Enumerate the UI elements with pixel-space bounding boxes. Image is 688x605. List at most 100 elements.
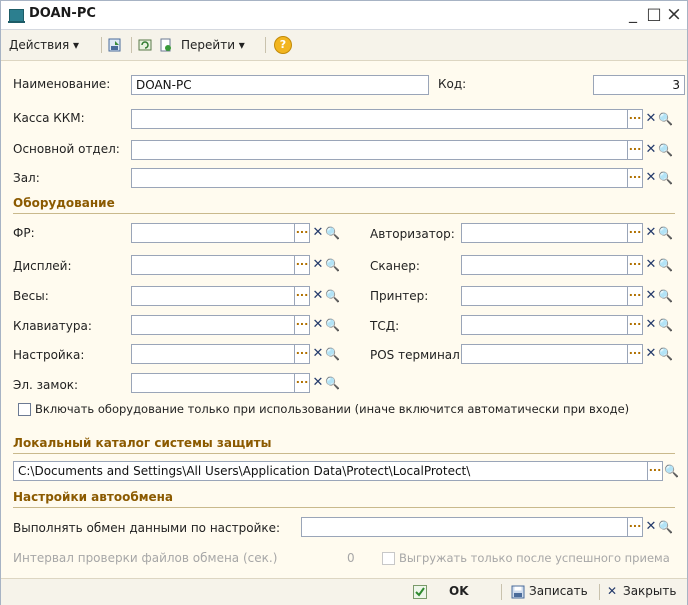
keyboard-select-button[interactable]: ...: [295, 315, 310, 335]
keyboard-label: Клавиатура:: [13, 319, 92, 333]
display-input[interactable]: [131, 255, 295, 275]
kassa-clear-icon[interactable]: ✕: [644, 109, 658, 129]
protection-path-select-button[interactable]: ...: [648, 461, 663, 481]
dept-input[interactable]: [131, 140, 628, 160]
authorizer-clear-icon[interactable]: ✕: [644, 223, 658, 243]
pos-clear-icon[interactable]: ✕: [644, 344, 658, 364]
fr-search-icon[interactable]: 🔍: [325, 223, 340, 243]
keyboard-input[interactable]: [131, 315, 295, 335]
lock-clear-icon[interactable]: ✕: [311, 373, 325, 393]
exchange-setting-clear-icon[interactable]: ✕: [644, 517, 658, 537]
exchange-setting-select-button[interactable]: ...: [628, 517, 643, 537]
minimize-button[interactable]: _: [625, 4, 641, 24]
section-divider: [13, 453, 675, 454]
exchange-setting-input[interactable]: [301, 517, 628, 537]
window-title: DOAN-PC: [29, 6, 96, 21]
code-input[interactable]: 3: [593, 75, 685, 95]
scales-select-button[interactable]: ...: [295, 286, 310, 306]
hall-select-button[interactable]: ...: [628, 168, 643, 188]
exchange-setting-label: Выполнять обмен данными по настройке:: [13, 521, 281, 535]
printer-search-icon[interactable]: 🔍: [658, 286, 673, 306]
kassa-label: Касса ККМ:: [13, 111, 85, 125]
dept-select-button[interactable]: ...: [628, 140, 643, 160]
pos-label: POS терминал:: [370, 348, 464, 362]
lock-select-button[interactable]: ...: [295, 373, 310, 393]
authorizer-input[interactable]: [461, 223, 628, 243]
help-icon[interactable]: ?: [274, 36, 292, 54]
scales-clear-icon[interactable]: ✕: [311, 286, 325, 306]
save-button[interactable]: Записать: [529, 584, 588, 598]
lock-label: Эл. замок:: [13, 378, 79, 392]
name-label: Наименование:: [13, 77, 111, 91]
hall-label: Зал:: [13, 171, 40, 185]
footer-separator: [599, 584, 600, 600]
hall-search-icon[interactable]: 🔍: [658, 168, 673, 188]
interval-value[interactable]: 0: [347, 551, 355, 565]
tsd-input[interactable]: [461, 315, 628, 335]
fr-input[interactable]: [131, 223, 295, 243]
display-select-button[interactable]: ...: [295, 255, 310, 275]
printer-select-button[interactable]: ...: [628, 286, 643, 306]
protection-path-input[interactable]: C:\Documents and Settings\All Users\Appl…: [13, 461, 648, 481]
fr-label: ФР:: [13, 226, 35, 240]
pos-search-icon[interactable]: 🔍: [658, 344, 673, 364]
scales-input[interactable]: [131, 286, 295, 306]
fr-clear-icon[interactable]: ✕: [311, 223, 325, 243]
settings-select-button[interactable]: ...: [295, 344, 310, 364]
dept-search-icon[interactable]: 🔍: [658, 140, 673, 160]
protection-path-search-icon[interactable]: 🔍: [664, 461, 679, 481]
scales-search-icon[interactable]: 🔍: [325, 286, 340, 306]
printer-input[interactable]: [461, 286, 628, 306]
authorizer-search-icon[interactable]: 🔍: [658, 223, 673, 243]
kassa-search-icon[interactable]: 🔍: [658, 109, 673, 129]
tsd-clear-icon[interactable]: ✕: [644, 315, 658, 335]
kassa-select-button[interactable]: ...: [628, 109, 643, 129]
dept-clear-icon[interactable]: ✕: [644, 140, 658, 160]
pos-select-button[interactable]: ...: [628, 344, 643, 364]
protection-path-value: C:\Documents and Settings\All Users\Appl…: [18, 464, 471, 478]
display-label: Дисплей:: [13, 259, 72, 273]
authorizer-select-button[interactable]: ...: [628, 223, 643, 243]
lock-input[interactable]: [131, 373, 295, 393]
hall-input[interactable]: [131, 168, 628, 188]
settings-clear-icon[interactable]: ✕: [311, 344, 325, 364]
keyboard-clear-icon[interactable]: ✕: [311, 315, 325, 335]
scanner-label: Сканер:: [370, 259, 420, 273]
refresh-icon[interactable]: [138, 38, 152, 52]
upload-after-receive-checkbox[interactable]: [382, 552, 395, 565]
keyboard-search-icon[interactable]: 🔍: [325, 315, 340, 335]
close-button[interactable]: Закрыть: [623, 584, 676, 598]
scanner-search-icon[interactable]: 🔍: [658, 255, 673, 275]
lock-search-icon[interactable]: 🔍: [325, 373, 340, 393]
save-close-icon[interactable]: [108, 38, 122, 52]
code-value: 3: [672, 78, 680, 92]
hall-clear-icon[interactable]: ✕: [644, 168, 658, 188]
printer-clear-icon[interactable]: ✕: [644, 286, 658, 306]
settings-input[interactable]: [131, 344, 295, 364]
close-window-button[interactable]: ×: [666, 4, 682, 24]
section-divider: [13, 213, 675, 214]
ok-button[interactable]: OK: [449, 584, 469, 598]
display-search-icon[interactable]: 🔍: [325, 255, 340, 275]
display-clear-icon[interactable]: ✕: [311, 255, 325, 275]
exchange-setting-search-icon[interactable]: 🔍: [658, 517, 673, 537]
goto-menu[interactable]: Перейти ▾: [181, 36, 245, 54]
kassa-input[interactable]: [131, 109, 628, 129]
tsd-search-icon[interactable]: 🔍: [658, 315, 673, 335]
equipment-on-demand-checkbox[interactable]: [18, 403, 31, 416]
upload-after-receive-label: Выгружать только после успешного приема: [399, 551, 670, 565]
checkmark-icon: [413, 585, 427, 599]
maximize-button[interactable]: □: [646, 4, 662, 24]
toolbar-separator: [131, 37, 132, 53]
equipment-section-title: Оборудование: [13, 196, 115, 210]
settings-search-icon[interactable]: 🔍: [325, 344, 340, 364]
scanner-input[interactable]: [461, 255, 628, 275]
fr-select-button[interactable]: ...: [295, 223, 310, 243]
actions-menu[interactable]: Действия ▾: [9, 36, 79, 54]
scanner-clear-icon[interactable]: ✕: [644, 255, 658, 275]
pos-input[interactable]: [461, 344, 628, 364]
document-icon[interactable]: [159, 38, 173, 52]
name-input[interactable]: DOAN-PC: [131, 75, 429, 95]
scanner-select-button[interactable]: ...: [628, 255, 643, 275]
tsd-select-button[interactable]: ...: [628, 315, 643, 335]
